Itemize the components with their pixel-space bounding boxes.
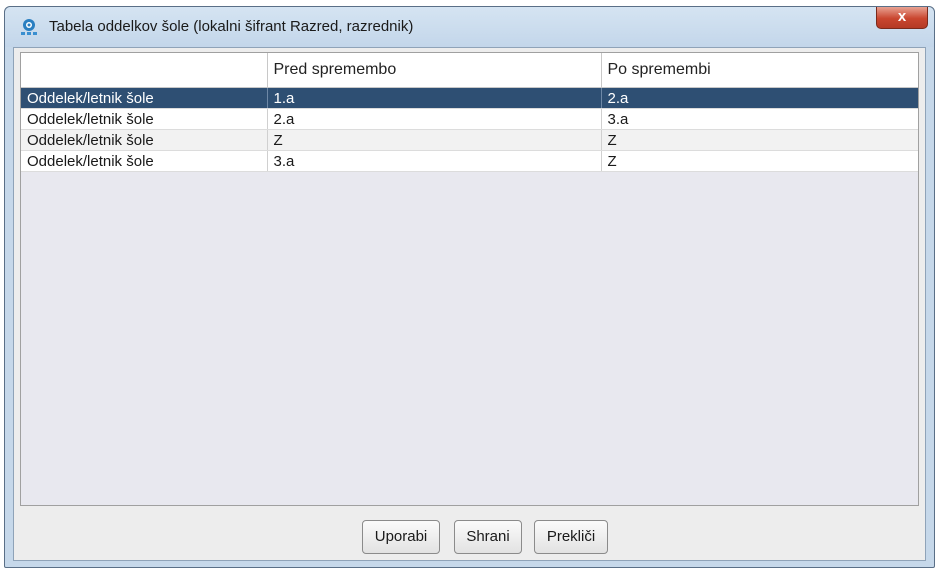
use-button[interactable]: Uporabi <box>362 520 440 554</box>
window-title: Tabela oddelkov šole (lokalni šifrant Ra… <box>49 18 414 35</box>
table-row[interactable]: Oddelek/letnik šole 3.a Z <box>21 150 918 172</box>
table-header-row: Pred spremembo Po spremembi <box>21 53 918 88</box>
after-cell[interactable]: 3.a <box>601 108 918 130</box>
row-label-cell: Oddelek/letnik šole <box>21 108 268 130</box>
row-label-cell: Oddelek/letnik šole <box>21 87 268 109</box>
app-logo-icon <box>21 19 37 35</box>
cancel-button[interactable]: Prekliči <box>534 520 608 554</box>
table-row[interactable]: Oddelek/letnik šole Z Z <box>21 129 918 151</box>
dialog-window: Tabela oddelkov šole (lokalni šifrant Ra… <box>4 6 935 568</box>
after-cell[interactable]: 2.a <box>601 87 918 109</box>
column-header-before[interactable]: Pred spremembo <box>267 53 602 88</box>
save-button[interactable]: Shrani <box>454 520 522 554</box>
table-row[interactable]: Oddelek/letnik šole 2.a 3.a <box>21 108 918 130</box>
close-icon: x <box>897 8 907 25</box>
before-cell: 1.a <box>267 87 602 109</box>
row-label-cell: Oddelek/letnik šole <box>21 150 268 172</box>
after-cell[interactable]: Z <box>601 129 918 151</box>
column-header-label[interactable] <box>21 53 268 88</box>
row-label-cell: Oddelek/letnik šole <box>21 129 268 151</box>
column-header-after[interactable]: Po spremembi <box>601 53 918 88</box>
class-table: Pred spremembo Po spremembi Oddelek/letn… <box>20 52 919 506</box>
close-button[interactable]: x <box>876 7 928 29</box>
button-bar: Uporabi Shrani Prekliči <box>14 510 925 560</box>
dialog-content: Pred spremembo Po spremembi Oddelek/letn… <box>13 47 926 561</box>
before-cell: Z <box>267 129 602 151</box>
before-cell: 2.a <box>267 108 602 130</box>
after-cell[interactable]: Z <box>601 150 918 172</box>
title-bar[interactable]: Tabela oddelkov šole (lokalni šifrant Ra… <box>5 7 934 47</box>
table-row[interactable]: Oddelek/letnik šole 1.a 2.a <box>21 87 918 109</box>
before-cell: 3.a <box>267 150 602 172</box>
